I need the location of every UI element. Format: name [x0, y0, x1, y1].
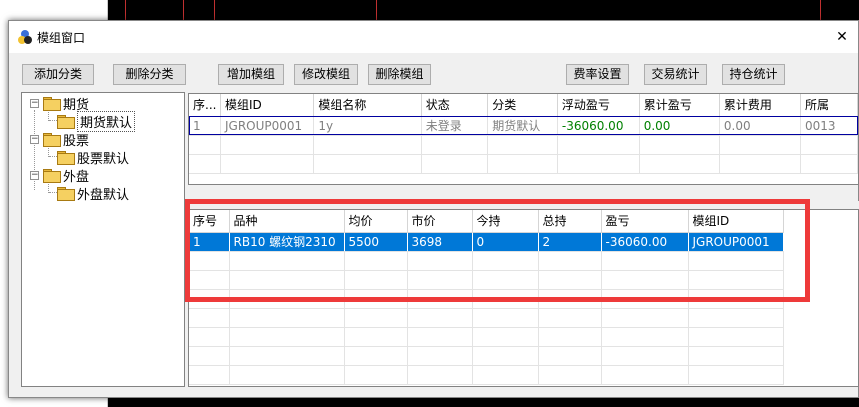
- table-cell: 期货默认: [487, 116, 558, 136]
- folder-icon: [57, 115, 75, 129]
- column-header[interactable]: 模组ID: [688, 210, 784, 233]
- table-row[interactable]: [189, 289, 784, 309]
- table-cell: 0.00: [719, 116, 801, 136]
- tree-node-foreign[interactable]: − 外盘: [30, 166, 90, 185]
- tree-connector: [49, 120, 57, 121]
- column-header[interactable]: 浮动盈亏: [557, 94, 640, 117]
- table-cell: 未登录: [421, 116, 489, 136]
- table-cell: 2: [538, 232, 602, 252]
- tree-node-futures-default[interactable]: 期货默认: [57, 110, 136, 132]
- column-header[interactable]: 今持: [472, 210, 539, 233]
- table-row[interactable]: [189, 135, 858, 155]
- folder-icon: [43, 133, 61, 147]
- modify-group-button[interactable]: 修改模组: [294, 64, 358, 85]
- app-icon: [18, 30, 32, 44]
- tree-node-stocks[interactable]: − 股票: [30, 130, 90, 149]
- chart-line: [214, 0, 215, 20]
- group-table[interactable]: 序... 模组ID 模组名称 状态 分类 浮动盈亏 累计盈亏 累计费用 所属 1…: [188, 93, 859, 185]
- table-cell: 0013: [800, 116, 858, 136]
- table-cell: 0: [472, 232, 539, 252]
- table-row[interactable]: [189, 270, 784, 290]
- category-tree[interactable]: − 期货 期货默认 − 股票 股票默认 − 外盘 外盘默认: [21, 92, 185, 387]
- table-cell: 0.00: [639, 116, 720, 136]
- table-cell: 3698: [407, 232, 473, 252]
- title-bar[interactable]: 模组窗口 ✕: [9, 21, 858, 53]
- collapse-icon[interactable]: −: [30, 170, 39, 180]
- table-row[interactable]: [189, 308, 784, 328]
- tree-node-foreign-default[interactable]: 外盘默认: [57, 184, 130, 203]
- add-category-button[interactable]: 添加分类: [22, 64, 94, 85]
- table-cell: 1y: [313, 116, 422, 136]
- column-header[interactable]: 累计费用: [719, 94, 801, 117]
- delete-category-button[interactable]: 删除分类: [113, 64, 186, 85]
- folder-icon: [57, 151, 75, 165]
- chart-line: [183, 0, 184, 20]
- column-header[interactable]: 序号: [189, 210, 230, 233]
- table-cell: 1: [189, 232, 230, 252]
- tree-node-futures[interactable]: − 期货: [30, 94, 89, 113]
- table-row[interactable]: [189, 365, 784, 385]
- table-header-row: 序... 模组ID 模组名称 状态 分类 浮动盈亏 累计盈亏 累计费用 所属: [189, 94, 858, 117]
- tree-node-label: 外盘默认: [77, 187, 130, 203]
- tree-node-label: 股票: [63, 133, 90, 149]
- table-row[interactable]: [189, 154, 858, 174]
- position-stats-button[interactable]: 持仓统计: [722, 64, 785, 85]
- table-cell: JGROUP0001: [220, 116, 315, 136]
- folder-icon: [43, 169, 61, 183]
- close-icon[interactable]: ✕: [832, 27, 852, 47]
- table-cell: 5500: [344, 232, 408, 252]
- table-cell: -36060.00: [557, 116, 640, 136]
- collapse-icon[interactable]: −: [30, 98, 39, 108]
- column-header[interactable]: 模组名称: [313, 94, 422, 117]
- table-cell: -36060.00: [601, 232, 689, 252]
- column-header[interactable]: 所属: [800, 94, 858, 117]
- column-header[interactable]: 均价: [344, 210, 408, 233]
- table-row[interactable]: 1 RB10 螺纹钢2310 5500 3698 0 2 -36060.00 J…: [189, 232, 784, 252]
- column-header[interactable]: 模组ID: [220, 94, 315, 117]
- table-cell: RB10 螺纹钢2310: [229, 232, 345, 252]
- table-cell: 1: [189, 116, 221, 136]
- toolbar: 添加分类 删除分类 增加模组 修改模组 删除模组 费率设置 交易统计 持仓统计: [9, 53, 858, 91]
- table-header-row: 序号 品种 均价 市价 今持 总持 盈亏 模组ID: [189, 210, 784, 233]
- folder-icon: [43, 97, 61, 111]
- fee-settings-button[interactable]: 费率设置: [566, 64, 629, 85]
- chart-line: [376, 0, 377, 20]
- delete-group-button[interactable]: 删除模组: [368, 64, 431, 85]
- tree-node-stocks-default[interactable]: 股票默认: [57, 148, 130, 167]
- column-header[interactable]: 盈亏: [601, 210, 689, 233]
- window-title: 模组窗口: [37, 30, 86, 45]
- column-header[interactable]: 品种: [229, 210, 345, 233]
- tree-node-label: 外盘: [63, 169, 90, 185]
- column-header[interactable]: 序...: [189, 94, 221, 117]
- tree-connector: [49, 192, 57, 193]
- tree-node-label: 期货默认: [77, 110, 136, 132]
- column-header[interactable]: 市价: [407, 210, 473, 233]
- pane-splitter[interactable]: [188, 201, 859, 209]
- table-row[interactable]: 1 JGROUP0001 1y 未登录 期货默认 -36060.00 0.00 …: [189, 116, 858, 136]
- folder-icon: [57, 187, 75, 201]
- tree-connector: [49, 156, 57, 157]
- trade-stats-button[interactable]: 交易统计: [644, 64, 707, 85]
- position-table[interactable]: 序号 品种 均价 市价 今持 总持 盈亏 模组ID 1 RB10 螺纹钢2310…: [188, 209, 859, 387]
- tree-node-label: 股票默认: [77, 151, 130, 167]
- column-header[interactable]: 状态: [421, 94, 489, 117]
- table-row[interactable]: [189, 251, 784, 271]
- column-header[interactable]: 累计盈亏: [639, 94, 720, 117]
- collapse-icon[interactable]: −: [30, 134, 39, 144]
- chart-line: [125, 0, 126, 20]
- chart-line: [820, 0, 821, 20]
- table-row[interactable]: [189, 346, 784, 366]
- add-group-button[interactable]: 增加模组: [218, 64, 284, 85]
- column-header[interactable]: 分类: [487, 94, 558, 117]
- column-header[interactable]: 总持: [538, 210, 602, 233]
- table-cell: JGROUP0001: [688, 232, 784, 252]
- table-row[interactable]: [189, 327, 784, 347]
